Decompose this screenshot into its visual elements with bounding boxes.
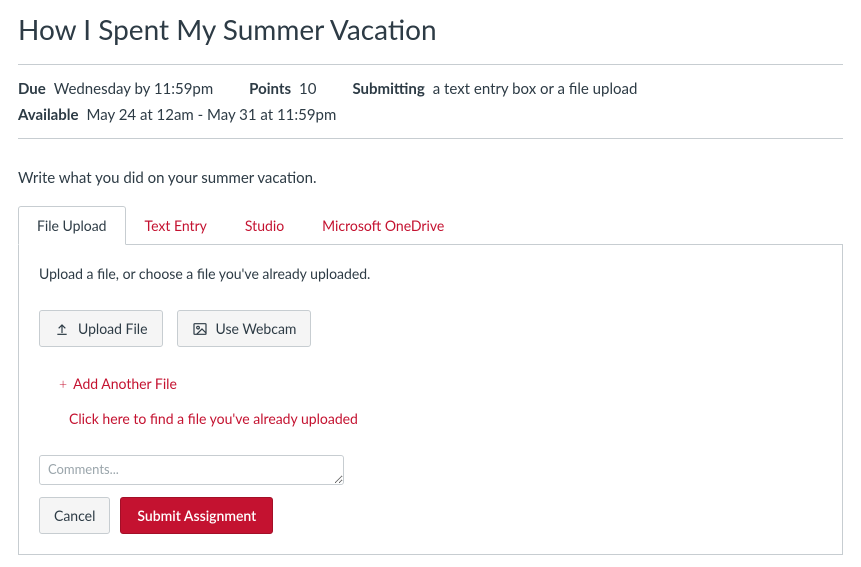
tab-onedrive[interactable]: Microsoft OneDrive bbox=[303, 206, 463, 245]
submission-tabs: File Upload Text Entry Studio Microsoft … bbox=[18, 205, 843, 245]
meta-available: Available May 24 at 12am - May 31 at 11:5… bbox=[18, 103, 336, 129]
find-existing-file-link[interactable]: Click here to find a file you've already… bbox=[69, 410, 358, 427]
meta-points-value: 10 bbox=[299, 80, 316, 98]
meta-submitting: Submitting a text entry box or a file upl… bbox=[352, 77, 637, 103]
plus-icon: + bbox=[59, 375, 67, 392]
assignment-meta: Due Wednesday by 11:59pm Points 10 Submitt… bbox=[18, 64, 843, 139]
meta-available-label: Available bbox=[18, 106, 79, 124]
meta-due-label: Due bbox=[18, 80, 46, 98]
upload-icon bbox=[54, 321, 70, 337]
tab-text-entry[interactable]: Text Entry bbox=[126, 206, 226, 245]
meta-due: Due Wednesday by 11:59pm bbox=[18, 77, 213, 103]
comments-input[interactable] bbox=[39, 455, 344, 485]
meta-points: Points 10 bbox=[249, 77, 316, 103]
meta-due-value: Wednesday by 11:59pm bbox=[54, 80, 213, 98]
meta-submitting-label: Submitting bbox=[352, 80, 424, 98]
page-title: How I Spent My Summer Vacation bbox=[18, 12, 843, 46]
file-upload-panel: Upload a file, or choose a file you've a… bbox=[18, 245, 843, 555]
use-webcam-label: Use Webcam bbox=[216, 320, 297, 337]
upload-file-button[interactable]: Upload File bbox=[39, 310, 163, 347]
meta-submitting-value: a text entry box or a file upload bbox=[433, 80, 638, 98]
use-webcam-button[interactable]: Use Webcam bbox=[177, 310, 312, 347]
tab-file-upload[interactable]: File Upload bbox=[18, 206, 126, 245]
add-another-file-label: Add Another File bbox=[73, 375, 177, 392]
add-another-file-link[interactable]: + Add Another File bbox=[59, 375, 177, 392]
assignment-instructions: Write what you did on your summer vacati… bbox=[18, 169, 843, 187]
image-icon bbox=[192, 321, 208, 337]
submit-assignment-button[interactable]: Submit Assignment bbox=[120, 497, 273, 534]
meta-available-value: May 24 at 12am - May 31 at 11:59pm bbox=[87, 106, 337, 124]
tab-studio[interactable]: Studio bbox=[226, 206, 303, 245]
meta-points-label: Points bbox=[249, 80, 291, 98]
upload-hint: Upload a file, or choose a file you've a… bbox=[39, 265, 822, 282]
upload-file-label: Upload File bbox=[78, 320, 148, 337]
cancel-button[interactable]: Cancel bbox=[39, 497, 110, 534]
